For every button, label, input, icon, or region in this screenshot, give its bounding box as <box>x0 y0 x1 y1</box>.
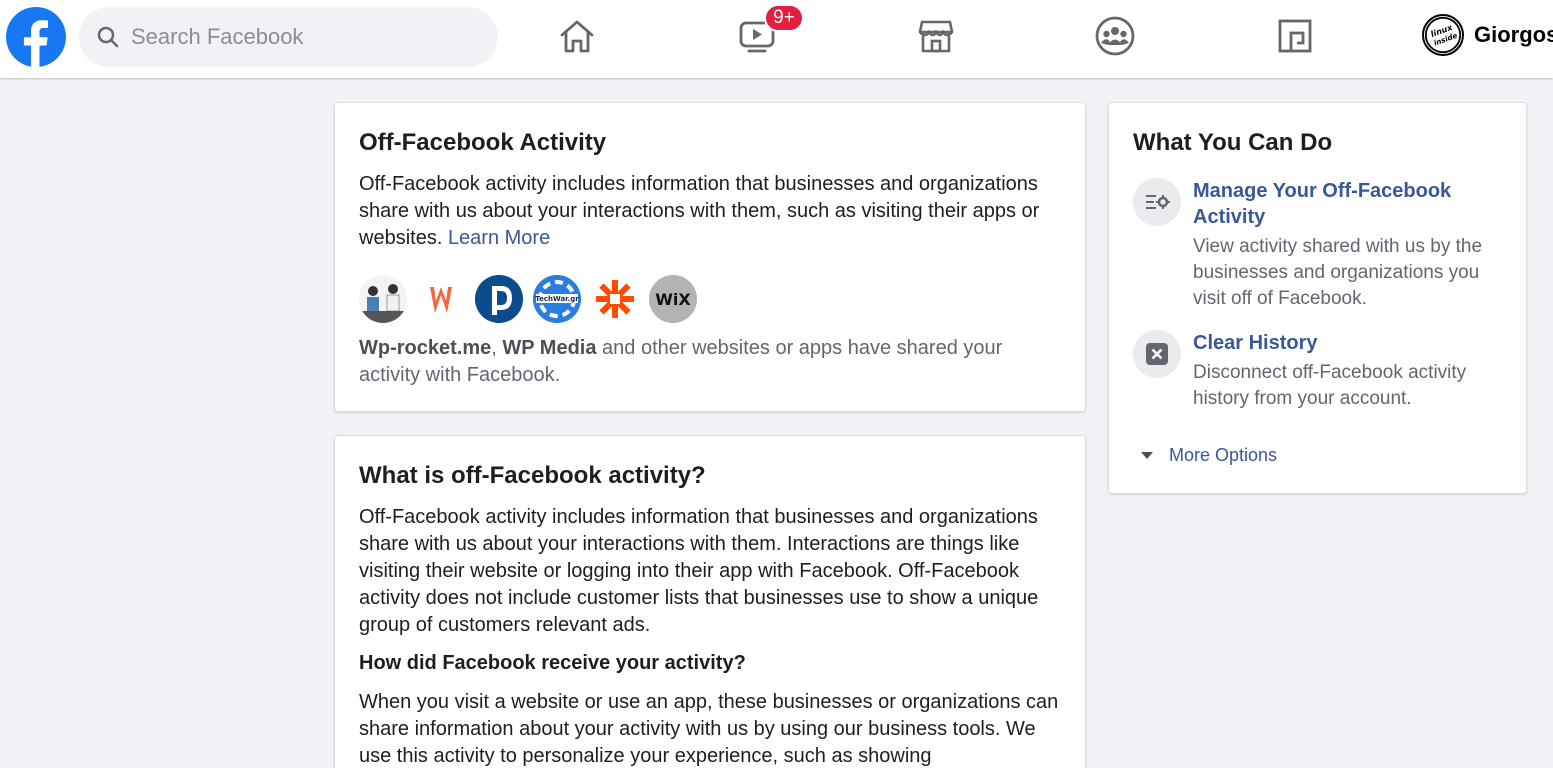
profile-name: Giorgos <box>1474 22 1553 47</box>
zapier-icon[interactable] <box>591 275 639 323</box>
shared-activity-summary: Wp-rocket.me, WP Media and other website… <box>359 335 1059 389</box>
watch-notification-badge: 9+ <box>764 4 804 32</box>
app-icons-row: TechWar.gr WiX <box>359 275 697 323</box>
sidebar-title: What You Can Do <box>1133 129 1333 156</box>
what-is-paragraph: Off-Facebook activity includes informati… <box>359 506 1039 636</box>
clear-history-icon <box>1133 330 1181 378</box>
marketplace-store-icon <box>916 16 956 61</box>
card-title: Off-Facebook Activity <box>359 129 607 156</box>
caret-down-icon <box>1141 452 1153 459</box>
search-icon <box>95 24 121 50</box>
how-received-heading: How did Facebook receive your activity? <box>359 652 746 674</box>
manage-activity-item[interactable]: Manage Your Off-Facebook Activity View a… <box>1133 178 1513 312</box>
facebook-logo-icon[interactable] <box>6 7 66 67</box>
more-options-label: More Options <box>1169 445 1278 465</box>
card-description: Off-Facebook activity includes informati… <box>359 171 1059 252</box>
home-icon <box>557 16 597 61</box>
clear-history-item[interactable]: Clear History Disconnect off-Facebook ac… <box>1133 330 1513 412</box>
wix-icon[interactable]: WiX <box>649 275 697 323</box>
nav-marketplace[interactable] <box>906 10 966 66</box>
what-you-can-do-card: What You Can Do Manage Your Off-Facebook… <box>1108 102 1527 494</box>
nav-home[interactable] <box>547 10 607 66</box>
what-is-title: What is off-Facebook activity? <box>359 462 706 489</box>
search-input[interactable] <box>131 24 461 50</box>
shared-app-1[interactable]: Wp-rocket.me <box>359 337 491 359</box>
techwar-icon[interactable]: TechWar.gr <box>533 275 581 323</box>
nav-gaming[interactable] <box>1265 10 1325 66</box>
svg-text:TechWar.gr: TechWar.gr <box>535 295 579 303</box>
top-navigation-bar: 9+ linuxinside Giorgos <box>0 0 1553 78</box>
what-is-off-facebook-card: What is off-Facebook activity? Off-Faceb… <box>334 435 1086 768</box>
profile-button[interactable]: linux inside Giorgos <box>1422 14 1553 56</box>
more-options-button[interactable]: More Options <box>1141 445 1277 466</box>
separator-comma: , <box>491 337 497 359</box>
clear-history-link[interactable]: Clear History <box>1193 330 1513 356</box>
how-received-paragraph: When you visit a website or use an app, … <box>359 691 1059 767</box>
wp-media-icon[interactable] <box>475 275 523 323</box>
linux-inside-photo-icon[interactable] <box>359 275 407 323</box>
nav-groups[interactable] <box>1085 10 1145 66</box>
manage-settings-icon <box>1133 178 1181 226</box>
manage-activity-description: View activity shared with us by the busi… <box>1193 236 1483 309</box>
manage-activity-link[interactable]: Manage Your Off-Facebook Activity <box>1193 178 1513 230</box>
off-facebook-activity-card: Off-Facebook Activity Off-Facebook activ… <box>334 102 1086 412</box>
clear-history-description: Disconnect off-Facebook activity history… <box>1193 362 1467 409</box>
learn-more-link[interactable]: Learn More <box>448 227 550 249</box>
gaming-icon <box>1275 16 1315 61</box>
groups-icon <box>1094 15 1136 62</box>
svg-text:WiX: WiX <box>655 290 691 309</box>
shared-app-2[interactable]: WP Media <box>502 337 596 359</box>
wp-rocket-icon[interactable] <box>417 275 465 323</box>
avatar: linux inside <box>1422 14 1464 56</box>
search-bar[interactable] <box>79 7 498 67</box>
